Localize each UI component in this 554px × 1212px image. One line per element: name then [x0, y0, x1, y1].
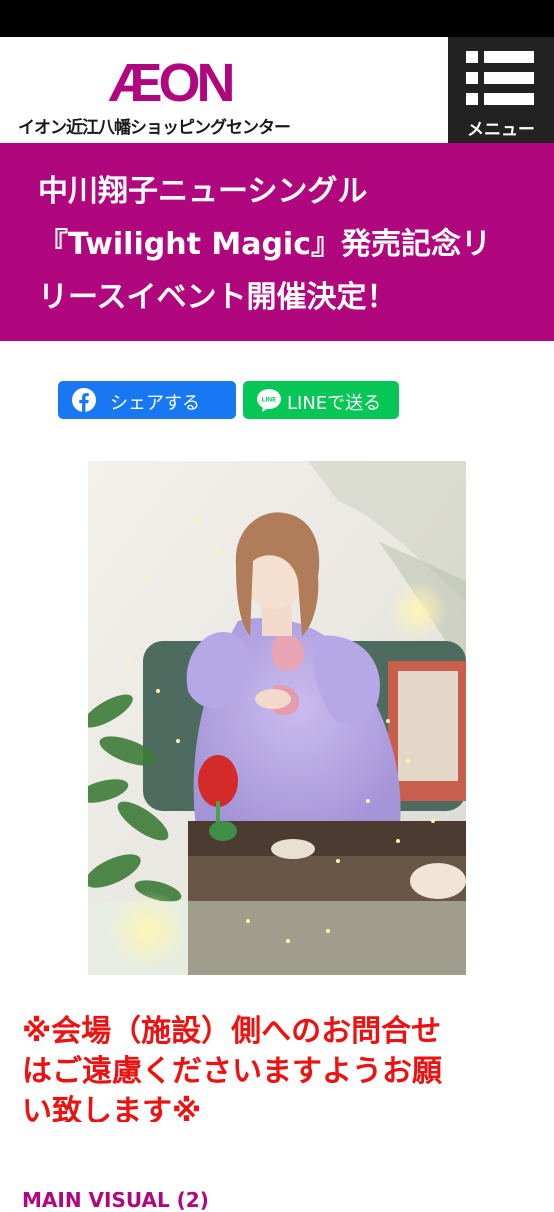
notice-line: はご遠慮くださいますようお願	[22, 1054, 442, 1089]
page-title-line: 中川翔子ニューシングル	[38, 174, 368, 209]
notice-text: ※会場（施設）側へのお問合せ はご遠慮くださいますようお願 い致します※	[22, 1012, 522, 1122]
site-header: ÆON イオン近江八幡ショッピングセンター メニュー	[0, 37, 554, 143]
page-title-line: 『Twilight Magic』発売記念リ	[38, 227, 491, 262]
facebook-share-label: シェアする	[110, 393, 200, 414]
page-title-banner: 中川翔子ニューシングル 『Twilight Magic』発売記念リ リースイベン…	[0, 143, 554, 341]
menu-label: メニュー	[467, 120, 535, 140]
aeon-logo-mark: ÆON	[109, 53, 237, 107]
line-share-button[interactable]: LINE LINEで送る	[243, 381, 399, 419]
section-heading: MAIN VISUAL (2)	[22, 1188, 209, 1212]
svg-text:LINE: LINE	[262, 397, 277, 404]
svg-text:ÆON: ÆON	[109, 53, 233, 107]
notice-line: ※会場（施設）側へのお問合せ	[22, 1014, 442, 1049]
status-bar	[0, 0, 554, 37]
notice-line: い致します※	[22, 1094, 202, 1122]
menu-button[interactable]: メニュー	[448, 37, 554, 143]
line-share-label: LINEで送る	[287, 393, 382, 414]
hamburger-icon	[466, 51, 534, 105]
facebook-share-button[interactable]: シェアする	[58, 381, 236, 419]
logo-subtitle: イオン近江八幡ショッピングセンター	[18, 118, 291, 138]
facebook-icon	[72, 388, 96, 412]
page-title: 中川翔子ニューシングル 『Twilight Magic』発売記念リ リースイベン…	[38, 165, 538, 324]
event-photo	[88, 461, 466, 975]
page-title-line: リースイベント開催決定！	[38, 280, 397, 315]
line-icon: LINE	[257, 389, 281, 412]
aeon-logo[interactable]: ÆON イオン近江八幡ショッピングセンター	[18, 53, 308, 138]
